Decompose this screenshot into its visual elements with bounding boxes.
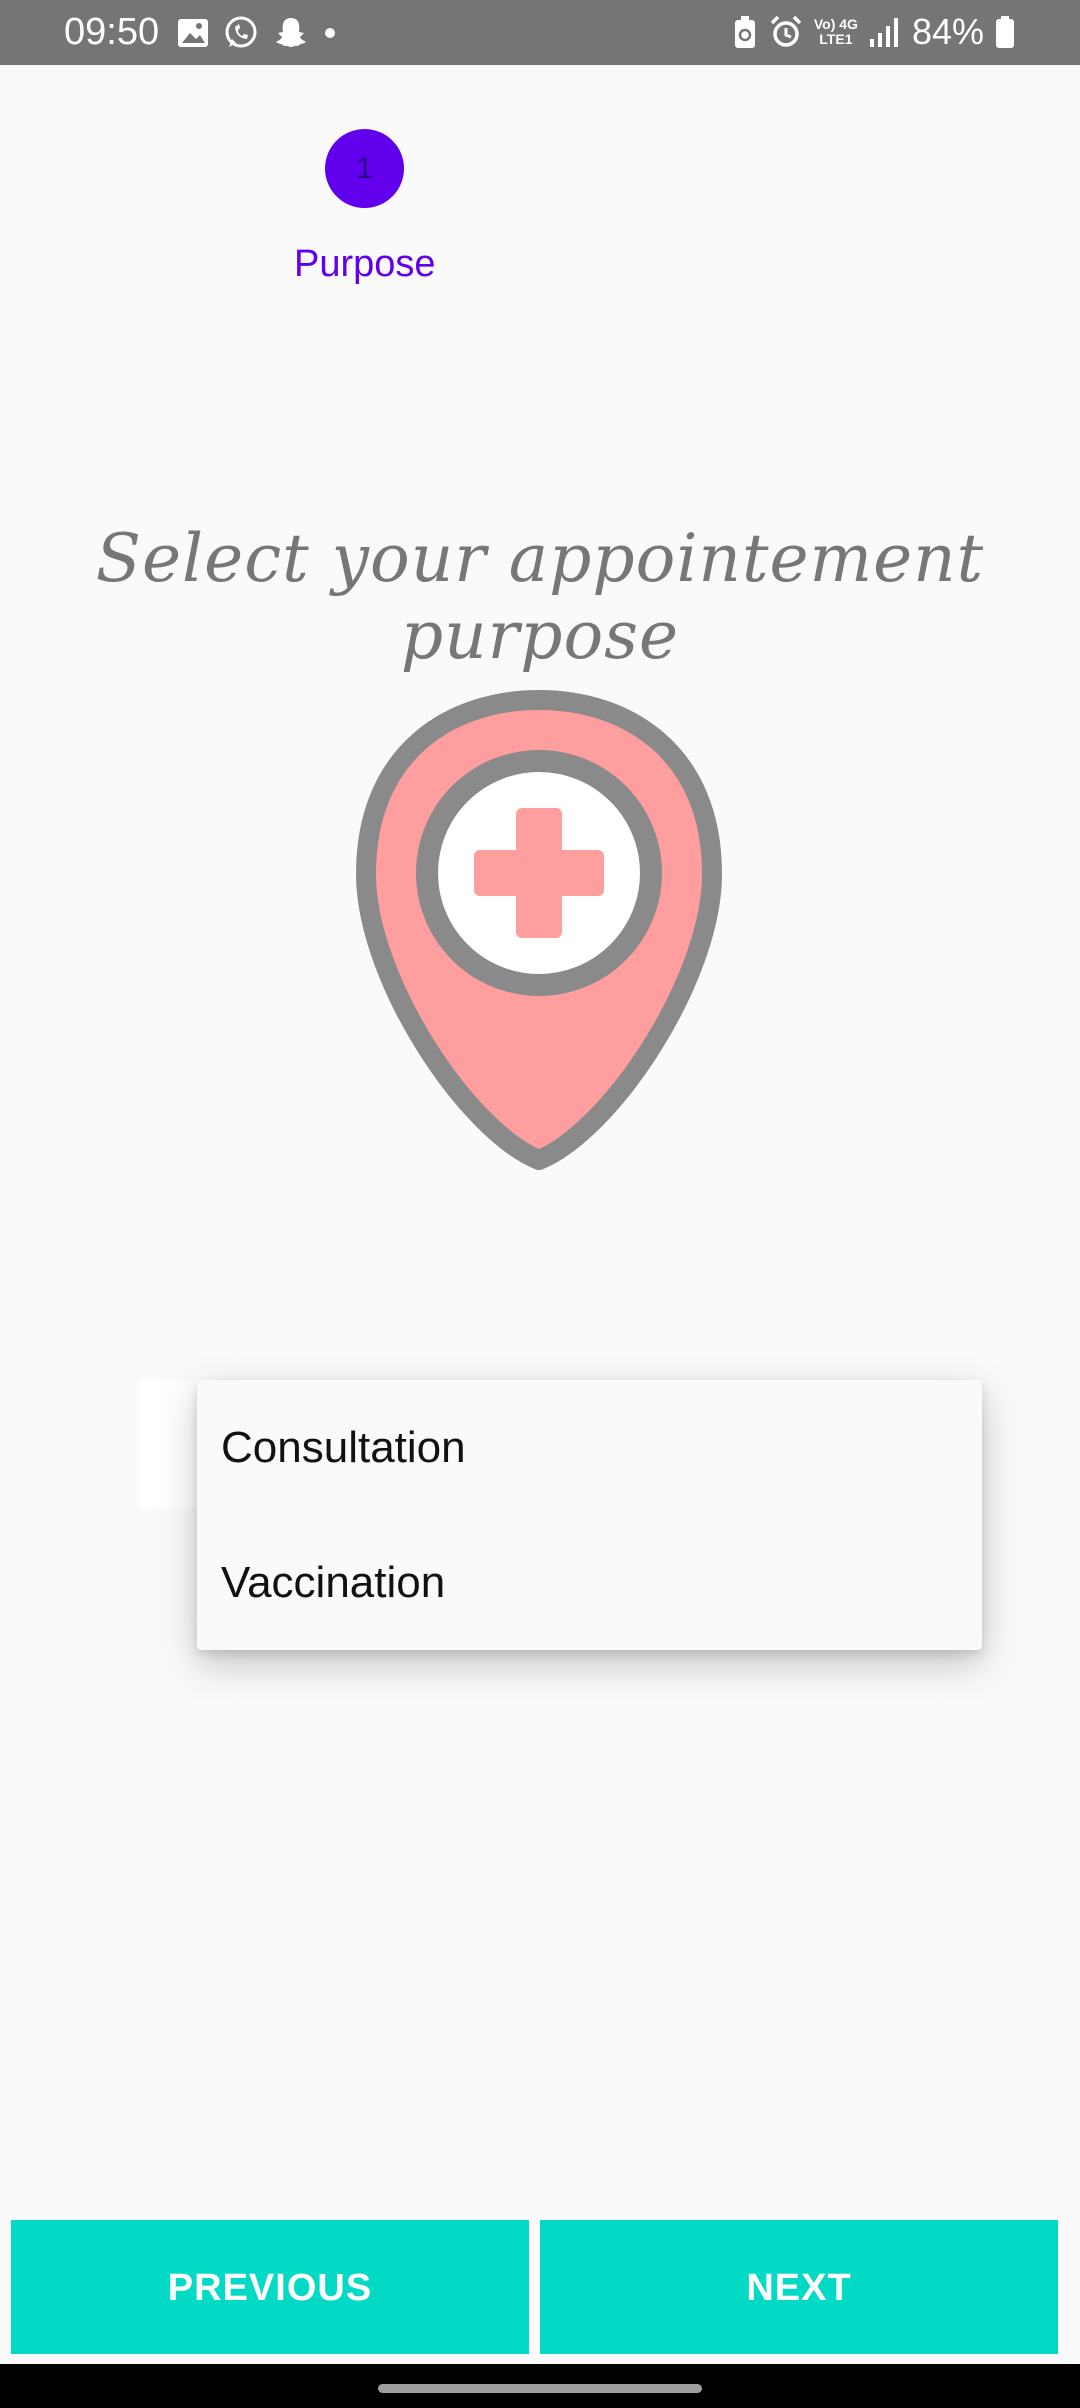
step-indicator: 1 Purpose: [0, 125, 1080, 325]
step-label-purpose[interactable]: Purpose: [294, 243, 436, 286]
notification-icons: [176, 14, 338, 52]
dropdown-option-vaccination[interactable]: Vaccination: [197, 1515, 982, 1650]
previous-button[interactable]: PREVIOUS: [11, 2220, 529, 2354]
dot-icon: [325, 28, 335, 38]
snapchat-icon: [276, 18, 306, 47]
medical-location-pin-icon: [356, 690, 722, 1170]
network-top-label: Vo) 4G: [813, 16, 858, 32]
signal-icon: [869, 18, 898, 47]
alarm-icon: [770, 15, 802, 47]
home-gesture-handle[interactable]: [378, 2384, 702, 2393]
dropdown-option-consultation[interactable]: Consultation: [197, 1380, 982, 1515]
status-bar: 09:50 Vo) 4G LTE1 84%: [0, 0, 1080, 65]
battery-saver-icon: [734, 16, 755, 48]
battery-icon: [996, 16, 1014, 48]
system-icons: Vo) 4G LTE1 84%: [732, 12, 1016, 52]
step-number-badge[interactable]: 1: [325, 129, 404, 208]
network-type: Vo) 4G LTE1: [814, 17, 858, 47]
next-button[interactable]: NEXT: [540, 2220, 1058, 2354]
image-icon: [178, 19, 208, 47]
whatsapp-icon: [225, 16, 257, 48]
status-time: 09:50: [64, 11, 160, 53]
purpose-dropdown-menu: Consultation Vaccination: [197, 1380, 982, 1650]
battery-percent: 84%: [911, 11, 984, 52]
network-bottom-label: LTE1: [819, 31, 853, 47]
step-label-faded: [520, 257, 530, 299]
page-title: Select your appointement purpose: [95, 520, 985, 674]
